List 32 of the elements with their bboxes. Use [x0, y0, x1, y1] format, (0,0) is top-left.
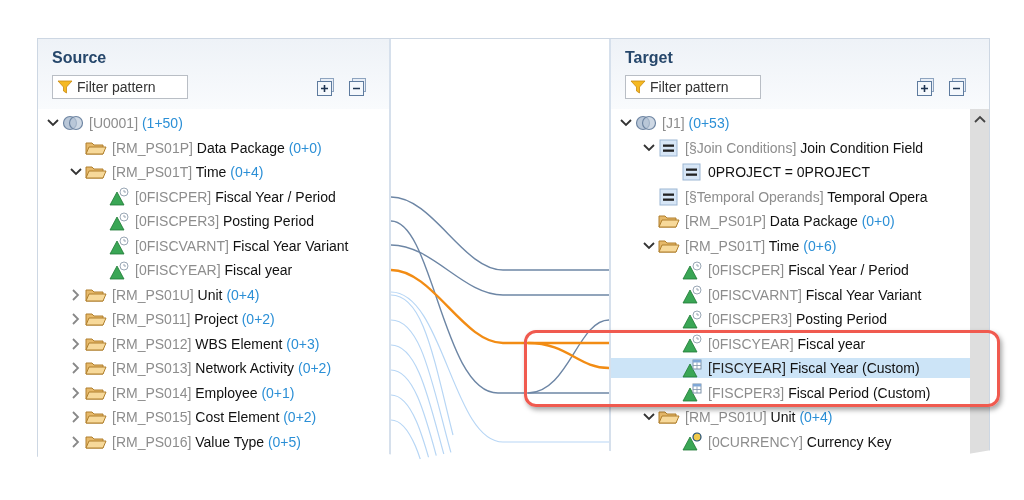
tree-item[interactable]: [§Temporal Operands] Temporal Opera: [611, 186, 970, 207]
panel-title: Target: [625, 49, 674, 67]
tree-item[interactable]: [J1] (0+53): [611, 113, 970, 134]
tree-item[interactable]: [FISCPER3] Fiscal Period (Custom): [611, 382, 970, 403]
tree-item[interactable]: [RM_PS014] Employee (0+1): [38, 382, 389, 403]
tree-item[interactable]: [0FISCYEAR] Fiscal year: [611, 333, 970, 354]
tree-item[interactable]: [§Join Conditions] Join Condition Field: [611, 137, 970, 158]
tree-item[interactable]: [0FISCPER] Fiscal Year / Period: [38, 186, 389, 207]
tree-item[interactable]: [RM_PS01T] Time (0+6): [611, 235, 970, 256]
tree-item[interactable]: [RM_PS01P] Data Package (0+0): [38, 137, 389, 158]
tree-item[interactable]: [0FISCPER] Fiscal Year / Period: [611, 260, 970, 281]
tree-item[interactable]: [0FISCYEAR] Fiscal year: [38, 260, 389, 281]
filter-field[interactable]: Filter pattern: [52, 75, 188, 99]
tree-item[interactable]: [RM_PS016] Value Type (0+5): [38, 431, 389, 452]
tree-item[interactable]: 0PROJECT = 0PROJECT: [611, 162, 970, 183]
panel-title: Source: [52, 49, 108, 67]
tree-item[interactable]: [RM_PS015] Cost Element (0+2): [38, 407, 389, 428]
tree-item[interactable]: [RM_PS01T] Time (0+4): [38, 162, 389, 183]
tree-item[interactable]: [0FISCVARNT] Fiscal Year Variant: [611, 284, 970, 305]
tree-item[interactable]: [0FISCPER3] Posting Period: [611, 309, 970, 330]
tree-item[interactable]: [0CURRENCY] Currency Key: [611, 431, 970, 452]
filter-field[interactable]: Filter pattern: [625, 75, 761, 99]
tree-item[interactable]: [U0001] (1+50): [38, 113, 389, 134]
tree-item[interactable]: [RM_PS013] Network Activity (0+2): [38, 358, 389, 379]
tree-item[interactable]: [0FISCVARNT] Fiscal Year Variant: [38, 235, 389, 256]
tree-item[interactable]: [RM_PS01U] Unit (0+4): [38, 284, 389, 305]
tree-item[interactable]: [FISCYEAR] Fiscal Year (Custom): [611, 358, 970, 379]
tree-item[interactable]: [RM_PS011] Project (0+2): [38, 309, 389, 330]
tree-item[interactable]: [RM_PS01P] Data Package (0+0): [611, 211, 970, 232]
tree-item[interactable]: [RM_PS01U] Unit (0+4): [611, 407, 970, 428]
tree-item[interactable]: [0FISCPER3] Posting Period: [38, 211, 389, 232]
tree-item[interactable]: [RM_PS012] WBS Element (0+3): [38, 333, 389, 354]
